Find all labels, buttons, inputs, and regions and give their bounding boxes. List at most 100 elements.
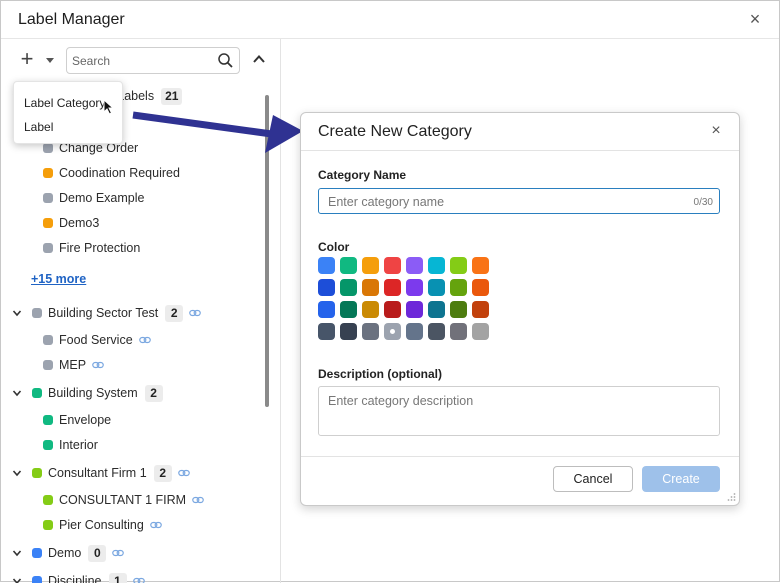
tree-group[interactable]: Discipline 1: [32, 570, 145, 583]
label-text: MEP: [59, 358, 87, 372]
dialog-title: Create New Category: [318, 123, 472, 140]
color-swatch[interactable]: [406, 257, 423, 274]
color-dot: [43, 439, 53, 450]
color-dot: [32, 307, 42, 318]
search-input[interactable]: [72, 52, 212, 70]
window-close-icon[interactable]: ×: [745, 9, 765, 29]
color-dot: [43, 414, 53, 425]
dialog-header: Create New Category ×: [301, 113, 739, 151]
color-swatch[interactable]: [472, 323, 489, 340]
description-label: Description (optional): [318, 367, 442, 381]
color-swatch[interactable]: [406, 301, 423, 318]
tree-leaf[interactable]: CONSULTANT 1 FIRM: [43, 489, 204, 511]
color-swatch[interactable]: [362, 323, 379, 340]
link-icon: [177, 469, 190, 476]
label-text: Demo Example: [59, 191, 145, 205]
color-swatch[interactable]: [428, 257, 445, 274]
count-badge: 2: [144, 385, 163, 402]
show-more-link[interactable]: +15 more: [31, 268, 86, 290]
tree-toolbar: +: [1, 39, 281, 83]
cancel-button[interactable]: Cancel: [553, 466, 633, 492]
chevron-down-icon[interactable]: [12, 308, 22, 318]
tree-leaf[interactable]: MEP: [43, 354, 104, 376]
label-text: Envelope: [59, 413, 112, 427]
category-name-input[interactable]: [328, 194, 668, 210]
color-swatch[interactable]: [472, 301, 489, 318]
color-swatch[interactable]: [362, 279, 379, 296]
tree-leaf[interactable]: Envelope: [43, 409, 111, 431]
count-badge: 2: [153, 465, 172, 482]
label-text: Demo3: [59, 216, 100, 230]
color-dot: [43, 142, 53, 153]
color-swatch[interactable]: [384, 257, 401, 274]
color-swatch[interactable]: [384, 301, 401, 318]
tree-leaf[interactable]: Food Service: [43, 329, 151, 351]
menu-item-label-category[interactable]: Label Category: [24, 96, 105, 110]
description-field[interactable]: [318, 386, 720, 436]
color-dot: [43, 167, 53, 178]
label-text: Fire Protection: [59, 241, 141, 255]
name-char-counter: 0/30: [693, 197, 713, 208]
chevron-down-icon[interactable]: [12, 388, 22, 398]
chevron-down-icon[interactable]: [12, 468, 22, 478]
tree-group[interactable]: Building System 2: [32, 382, 163, 404]
color-swatch[interactable]: [472, 257, 489, 274]
category-name-field[interactable]: 0/30: [318, 188, 720, 214]
color-dot: [43, 217, 53, 228]
color-swatch[interactable]: [406, 323, 423, 340]
label-text: CONSULTANT 1 FIRM: [59, 493, 187, 507]
add-plus-icon[interactable]: +: [17, 48, 37, 70]
collapse-chevron-up-icon[interactable]: [251, 51, 267, 67]
color-swatch[interactable]: [318, 257, 335, 274]
color-swatch[interactable]: [428, 279, 445, 296]
color-swatch[interactable]: [362, 301, 379, 318]
color-swatch[interactable]: [428, 323, 445, 340]
color-swatch[interactable]: [318, 323, 335, 340]
add-dropdown-caret-icon[interactable]: [46, 58, 54, 63]
color-swatch[interactable]: [340, 301, 357, 318]
color-swatch[interactable]: [428, 301, 445, 318]
color-swatch[interactable]: [384, 279, 401, 296]
link-icon: [149, 521, 162, 528]
tree-group[interactable]: Demo 0: [32, 542, 125, 564]
color-swatch[interactable]: [340, 323, 357, 340]
label-text: Building System: [48, 386, 138, 400]
menu-item-label[interactable]: Label: [24, 120, 53, 134]
link-icon: [92, 361, 104, 368]
tree-leaf[interactable]: Interior: [43, 434, 98, 456]
color-dot: [32, 387, 42, 398]
color-swatch[interactable]: [318, 279, 335, 296]
color-swatch[interactable]: [450, 323, 467, 340]
count-badge: 2: [165, 305, 184, 322]
color-swatch[interactable]: [340, 257, 357, 274]
tree-leaf[interactable]: Demo Example: [43, 187, 144, 209]
color-swatch[interactable]: [340, 279, 357, 296]
color-swatch[interactable]: [384, 323, 401, 340]
color-swatch[interactable]: [318, 301, 335, 318]
color-swatch[interactable]: [450, 301, 467, 318]
tree-leaf[interactable]: Fire Protection: [43, 237, 140, 259]
search-box[interactable]: [66, 47, 240, 74]
color-swatch[interactable]: [362, 257, 379, 274]
tree-leaf[interactable]: Coodination Required: [43, 162, 180, 184]
color-swatch[interactable]: [406, 279, 423, 296]
chevron-down-icon[interactable]: [12, 548, 22, 558]
description-input[interactable]: [328, 394, 708, 430]
dialog-close-icon[interactable]: ×: [707, 122, 725, 140]
tree-group[interactable]: Consultant Firm 1 2: [32, 462, 190, 484]
link-icon: [189, 309, 202, 316]
color-swatch[interactable]: [450, 257, 467, 274]
color-dot: [32, 467, 42, 478]
color-swatch[interactable]: [450, 279, 467, 296]
tree-leaf[interactable]: Demo3: [43, 212, 99, 234]
tree-leaf[interactable]: Pier Consulting: [43, 514, 162, 536]
label-text: Demo: [48, 546, 82, 560]
title-bar: Label Manager ×: [1, 1, 779, 39]
dialog-footer-divider: [301, 456, 739, 457]
resize-grip-icon[interactable]: [726, 492, 736, 502]
count-badge: 0: [88, 545, 107, 562]
create-button[interactable]: Create: [642, 466, 720, 492]
color-swatch[interactable]: [472, 279, 489, 296]
search-icon[interactable]: [217, 52, 234, 69]
tree-group[interactable]: Building Sector Test 2: [32, 302, 202, 324]
